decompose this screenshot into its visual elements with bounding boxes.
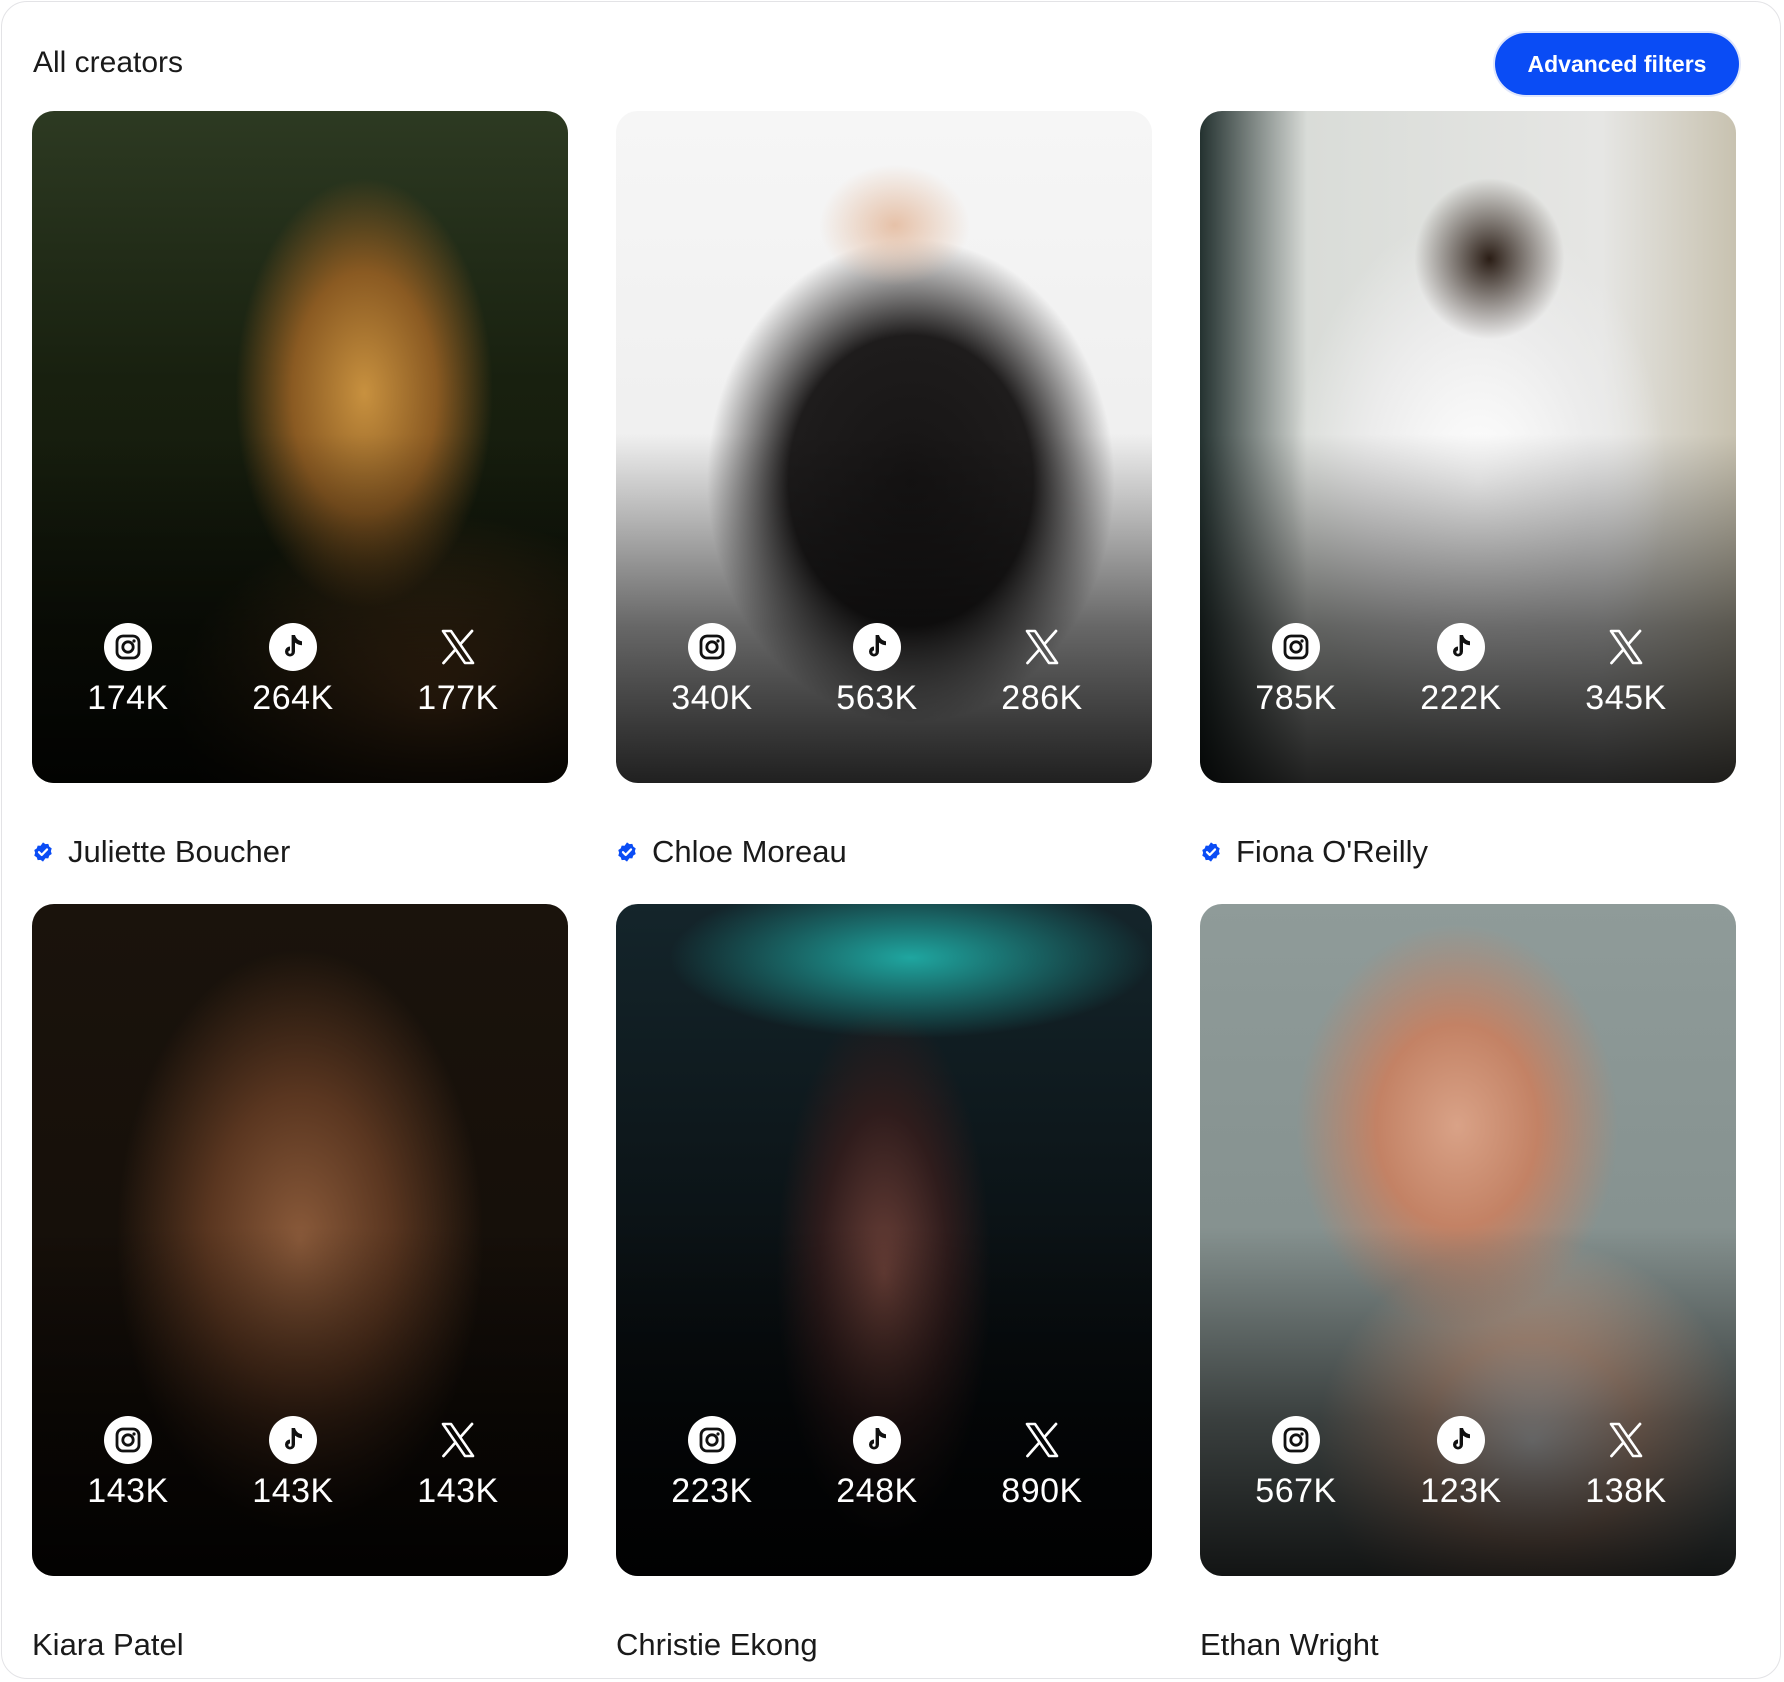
social-stats: 340K 563K 286K	[616, 623, 1152, 783]
creator-name-label: Fiona O'Reilly	[1236, 834, 1428, 869]
social-stats: 174K 264K 177K	[32, 623, 568, 783]
instagram-followers: 223K	[671, 1472, 753, 1510]
tiktok-icon	[1381, 623, 1541, 671]
instagram-stat: 174K	[48, 623, 208, 718]
tiktok-followers: 222K	[1420, 679, 1502, 717]
tiktok-stat: 123K	[1381, 1416, 1541, 1511]
tiktok-stat: 248K	[797, 1416, 957, 1511]
x-icon	[1546, 623, 1706, 671]
instagram-icon	[48, 623, 208, 671]
x-followers: 286K	[1001, 679, 1083, 717]
x-followers: 890K	[1001, 1472, 1083, 1510]
creator-card[interactable]: 223K 248K 890K	[616, 904, 1152, 1576]
instagram-followers: 143K	[87, 1472, 169, 1510]
instagram-icon	[632, 1416, 792, 1464]
instagram-stat: 785K	[1216, 623, 1376, 718]
tiktok-icon	[213, 623, 373, 671]
creator-card[interactable]: 174K 264K 177K	[32, 111, 568, 783]
x-stat: 138K	[1546, 1416, 1706, 1511]
creator-name-label: Kiara Patel	[32, 1627, 184, 1662]
creator-name[interactable]: Ethan Wright	[1200, 1627, 1379, 1663]
x-icon	[962, 1416, 1122, 1464]
x-icon	[1546, 1416, 1706, 1464]
tiktok-followers: 563K	[836, 679, 918, 717]
x-followers: 345K	[1585, 679, 1667, 717]
social-stats: 785K 222K 345K	[1200, 623, 1736, 783]
instagram-icon	[1216, 1416, 1376, 1464]
creator-name[interactable]: Juliette Boucher	[32, 834, 290, 870]
creator-card[interactable]: 143K 143K 143K	[32, 904, 568, 1576]
creator-name-label: Juliette Boucher	[68, 834, 291, 869]
creator-name-label: Christie Ekong	[616, 1627, 818, 1662]
x-followers: 143K	[417, 1472, 499, 1510]
creator-name[interactable]: Chloe Moreau	[616, 834, 847, 870]
instagram-followers: 174K	[87, 679, 169, 717]
tiktok-icon	[1381, 1416, 1541, 1464]
tiktok-followers: 264K	[252, 679, 334, 717]
tiktok-stat: 563K	[797, 623, 957, 718]
instagram-followers: 785K	[1255, 679, 1337, 717]
tiktok-followers: 248K	[836, 1472, 918, 1510]
instagram-stat: 340K	[632, 623, 792, 718]
instagram-icon	[48, 1416, 208, 1464]
creator-name-label: Chloe Moreau	[652, 834, 847, 869]
verified-badge-icon	[1200, 841, 1236, 863]
instagram-icon	[632, 623, 792, 671]
x-followers: 177K	[417, 679, 499, 717]
creator-name-label: Ethan Wright	[1200, 1627, 1379, 1662]
instagram-followers: 340K	[671, 679, 753, 717]
tiktok-stat: 264K	[213, 623, 373, 718]
x-icon	[962, 623, 1122, 671]
x-icon	[378, 1416, 538, 1464]
x-stat: 177K	[378, 623, 538, 718]
tiktok-icon	[797, 623, 957, 671]
tiktok-icon	[213, 1416, 373, 1464]
instagram-stat: 567K	[1216, 1416, 1376, 1511]
creator-name[interactable]: Kiara Patel	[32, 1627, 184, 1663]
tiktok-stat: 222K	[1381, 623, 1541, 718]
instagram-stat: 143K	[48, 1416, 208, 1511]
x-stat: 890K	[962, 1416, 1122, 1511]
x-icon	[378, 623, 538, 671]
x-stat: 286K	[962, 623, 1122, 718]
tiktok-followers: 143K	[252, 1472, 334, 1510]
tiktok-icon	[797, 1416, 957, 1464]
tiktok-followers: 123K	[1420, 1472, 1502, 1510]
tiktok-stat: 143K	[213, 1416, 373, 1511]
page-title: All creators	[33, 46, 184, 79]
social-stats: 143K 143K 143K	[32, 1416, 568, 1576]
instagram-followers: 567K	[1255, 1472, 1337, 1510]
instagram-stat: 223K	[632, 1416, 792, 1511]
creator-card[interactable]: 785K 222K 345K	[1200, 111, 1736, 783]
creator-card[interactable]: 340K 563K 286K	[616, 111, 1152, 783]
creator-card[interactable]: 567K 123K 138K	[1200, 904, 1736, 1576]
x-stat: 143K	[378, 1416, 538, 1511]
verified-badge-icon	[616, 841, 652, 863]
verified-badge-icon	[32, 841, 68, 863]
creator-name[interactable]: Fiona O'Reilly	[1200, 834, 1428, 870]
x-stat: 345K	[1546, 623, 1706, 718]
social-stats: 223K 248K 890K	[616, 1416, 1152, 1576]
social-stats: 567K 123K 138K	[1200, 1416, 1736, 1576]
instagram-icon	[1216, 623, 1376, 671]
creator-name[interactable]: Christie Ekong	[616, 1627, 818, 1663]
advanced-filters-button[interactable]: Advanced filters	[1495, 33, 1739, 95]
x-followers: 138K	[1585, 1472, 1667, 1510]
